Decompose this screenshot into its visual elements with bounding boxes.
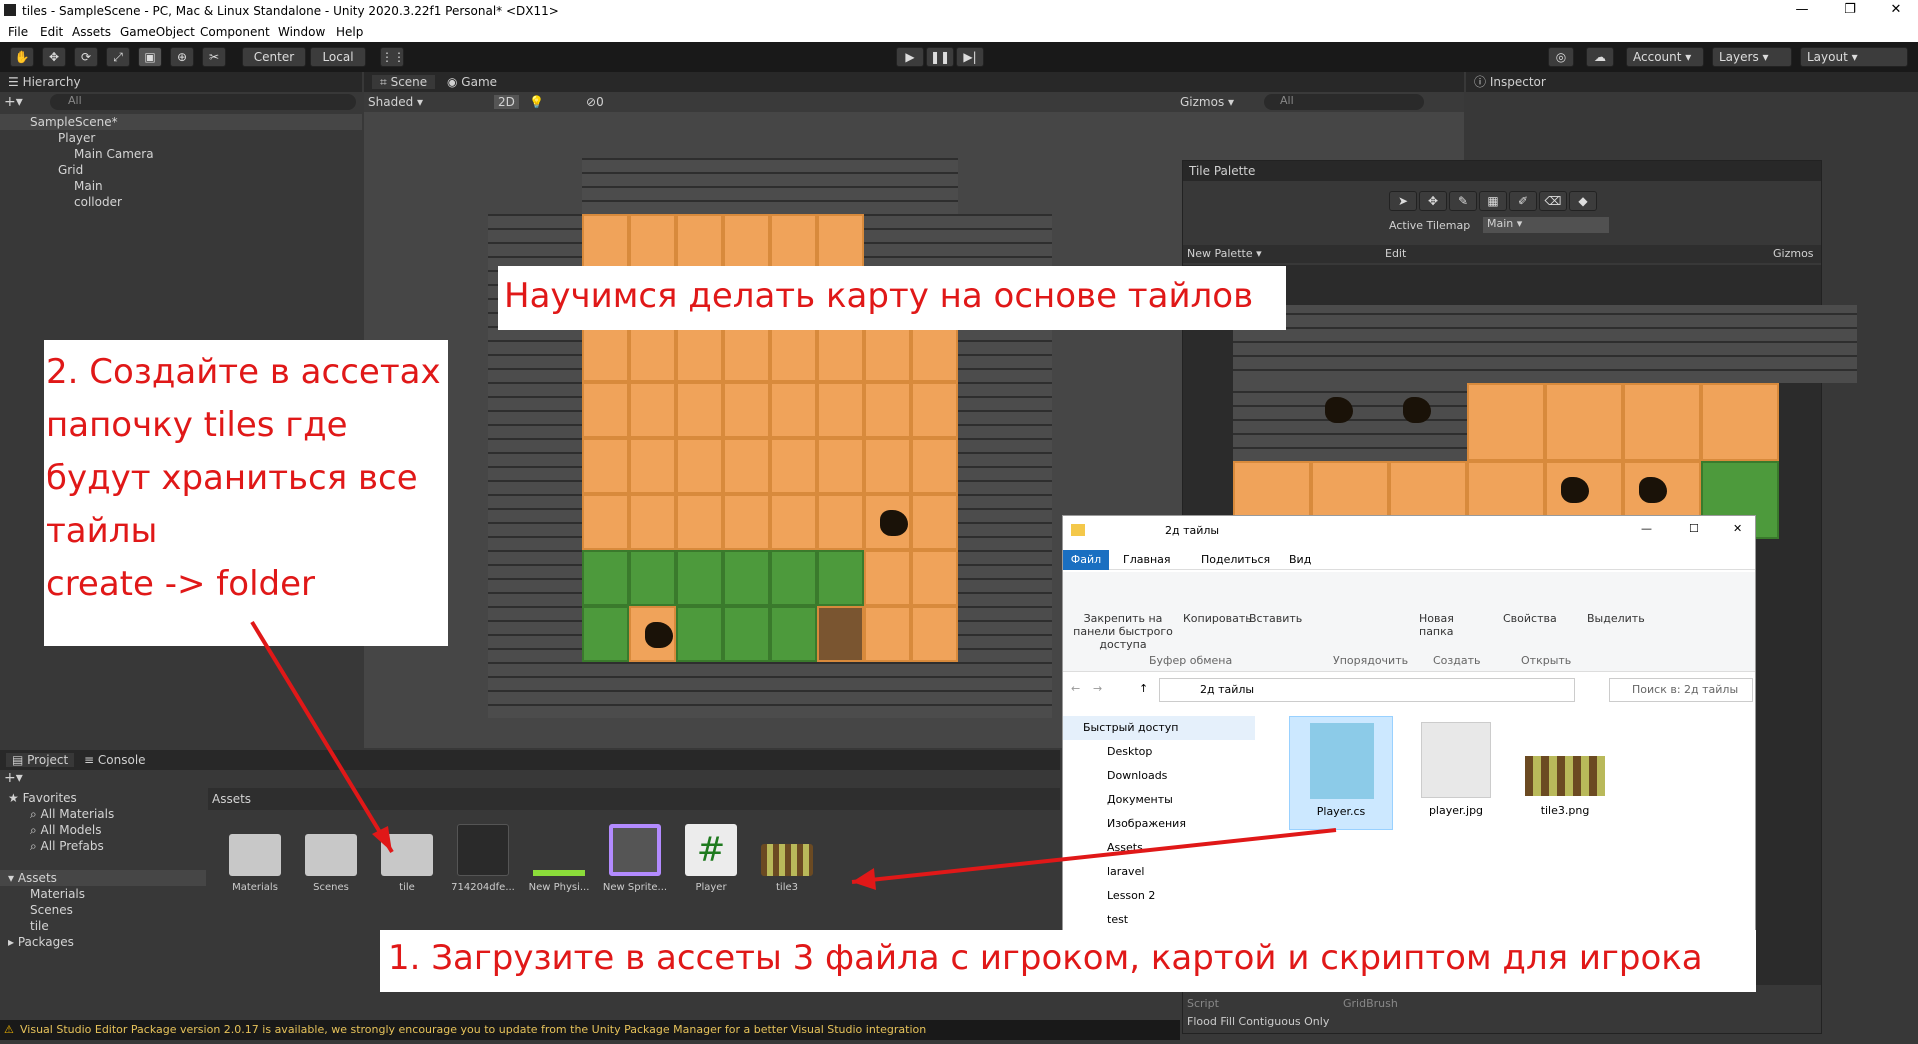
arrow-to-tile-folder — [250, 620, 394, 854]
arrow-head — [852, 868, 876, 890]
annotation-arrows — [250, 620, 1337, 890]
arrow-to-assets — [851, 828, 1337, 884]
arrow-head — [372, 826, 392, 852]
